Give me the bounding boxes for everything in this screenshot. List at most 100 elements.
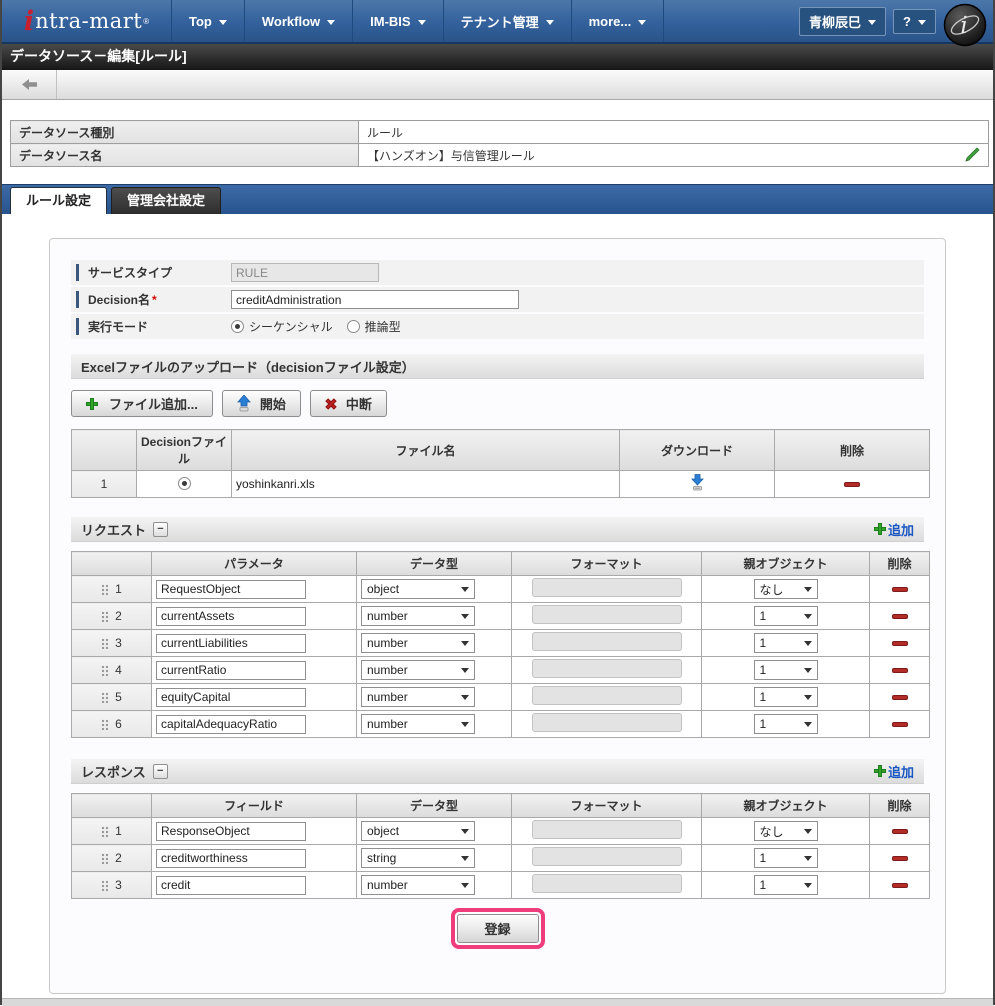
- delete-row-button[interactable]: [892, 856, 908, 861]
- type-select[interactable]: number: [361, 606, 475, 626]
- request-title: リクエスト: [81, 520, 146, 539]
- drag-handle[interactable]: [101, 880, 108, 891]
- delete-file-button[interactable]: [844, 482, 860, 487]
- drag-handle[interactable]: [101, 692, 108, 703]
- start-upload-button[interactable]: 開始: [222, 390, 301, 417]
- parent-select[interactable]: なし: [754, 579, 818, 599]
- back-button[interactable]: [2, 70, 57, 99]
- abort-upload-button[interactable]: 中断: [310, 390, 387, 417]
- brand-text: ntra-mart: [35, 9, 142, 33]
- drag-handle[interactable]: [101, 665, 108, 676]
- type-select[interactable]: number: [361, 660, 475, 680]
- exec-mode-sequential-label: シーケンシャル: [249, 318, 333, 335]
- delete-row-button[interactable]: [892, 587, 908, 592]
- nav-menu-tenant-admin-label: テナント管理: [461, 12, 539, 31]
- drag-handle[interactable]: [101, 719, 108, 730]
- field-input[interactable]: [156, 849, 306, 868]
- response-add-label: 追加: [888, 762, 914, 781]
- response-collapse-button[interactable]: −: [153, 764, 168, 779]
- nav-menu-top[interactable]: Top: [172, 0, 245, 42]
- datasource-type-label: データソース種別: [11, 121, 359, 144]
- register-button[interactable]: 登録: [457, 914, 539, 943]
- exec-mode-sequential-radio[interactable]: [231, 320, 244, 333]
- param-input[interactable]: [156, 580, 306, 599]
- parent-select[interactable]: 1: [754, 633, 818, 653]
- drag-handle[interactable]: [101, 584, 108, 595]
- parent-select[interactable]: 1: [754, 687, 818, 707]
- response-col-index-header: [72, 794, 152, 818]
- parent-select[interactable]: 1: [754, 660, 818, 680]
- tab-admin-company-settings[interactable]: 管理会社設定: [111, 187, 221, 214]
- type-select[interactable]: number: [361, 875, 475, 895]
- parent-select[interactable]: 1: [754, 714, 818, 734]
- param-input[interactable]: [156, 688, 306, 707]
- delete-row-button[interactable]: [892, 641, 908, 646]
- delete-row-button[interactable]: [892, 883, 908, 888]
- format-input-disabled: [532, 686, 682, 705]
- intra-mart-logo[interactable]: intra-mart®: [2, 0, 172, 42]
- param-input[interactable]: [156, 715, 306, 734]
- param-input[interactable]: [156, 661, 306, 680]
- delete-row-button[interactable]: [892, 614, 908, 619]
- type-select[interactable]: number: [361, 687, 475, 707]
- exec-mode-inference-radio[interactable]: [347, 320, 360, 333]
- nav-menu-tenant-admin[interactable]: テナント管理: [444, 0, 572, 42]
- param-input[interactable]: [156, 634, 306, 653]
- field-input[interactable]: [156, 876, 306, 895]
- request-collapse-button[interactable]: −: [153, 522, 168, 537]
- row-number: 4: [115, 663, 122, 677]
- request-row: 6 number 1: [72, 711, 930, 738]
- request-col-param-header: パラメータ: [152, 552, 357, 576]
- request-add-link[interactable]: 追加: [874, 520, 914, 539]
- help-menu-button[interactable]: ?: [893, 9, 936, 34]
- datasource-name-value: 【ハンズオン】与信管理ルール: [367, 147, 535, 164]
- delete-row-button[interactable]: [892, 829, 908, 834]
- row-number: 1: [115, 582, 122, 596]
- add-file-button[interactable]: ファイル追加...: [71, 390, 213, 417]
- drag-handle[interactable]: [101, 611, 108, 622]
- type-select[interactable]: number: [361, 633, 475, 653]
- drag-handle[interactable]: [101, 826, 108, 837]
- response-row: 1 object なし: [72, 818, 930, 845]
- plus-icon: [874, 765, 886, 777]
- parent-select[interactable]: 1: [754, 606, 818, 626]
- intra-mart-round-logo-icon: i: [943, 3, 987, 47]
- field-input[interactable]: [156, 822, 306, 841]
- parent-select[interactable]: 1: [754, 875, 818, 895]
- type-select[interactable]: number: [361, 714, 475, 734]
- type-select[interactable]: string: [361, 848, 475, 868]
- type-select[interactable]: object: [361, 821, 475, 841]
- nav-menu-workflow[interactable]: Workflow: [245, 0, 353, 42]
- accent-bar: [76, 264, 79, 281]
- drag-handle[interactable]: [101, 638, 108, 649]
- file-col-download-header: ダウンロード: [620, 430, 775, 471]
- nav-menu-more[interactable]: more...: [572, 0, 665, 42]
- delete-row-button[interactable]: [892, 722, 908, 727]
- user-menu-button[interactable]: 青柳辰巳: [799, 7, 886, 36]
- help-label: ?: [903, 14, 911, 29]
- decision-file-radio[interactable]: [178, 477, 191, 490]
- file-table-header-row: Decisionファイル ファイル名 ダウンロード 削除: [72, 430, 930, 471]
- drag-handle[interactable]: [101, 853, 108, 864]
- nav-menu-im-bis[interactable]: IM-BIS: [353, 0, 443, 42]
- submit-area: 登録: [71, 908, 924, 949]
- delete-row-button[interactable]: [892, 668, 908, 673]
- chevron-down-icon: [219, 20, 227, 25]
- file-table-row: 1 yoshinkanri.xls: [72, 471, 930, 498]
- user-name: 青柳辰巳: [809, 12, 861, 31]
- response-add-link[interactable]: 追加: [874, 762, 914, 781]
- param-input[interactable]: [156, 607, 306, 626]
- decision-name-input[interactable]: [231, 290, 519, 309]
- delete-row-button[interactable]: [892, 695, 908, 700]
- select-arrow-icon: [461, 695, 469, 700]
- download-icon[interactable]: [690, 474, 705, 491]
- tab-rule-settings[interactable]: ルール設定: [10, 187, 107, 214]
- parent-select[interactable]: 1: [754, 848, 818, 868]
- plus-icon: [874, 523, 886, 535]
- start-label: 開始: [260, 394, 286, 413]
- type-select[interactable]: object: [361, 579, 475, 599]
- plus-icon: [86, 398, 98, 410]
- parent-select[interactable]: なし: [754, 821, 818, 841]
- edit-pencil-icon[interactable]: [963, 147, 980, 164]
- select-arrow-icon: [461, 641, 469, 646]
